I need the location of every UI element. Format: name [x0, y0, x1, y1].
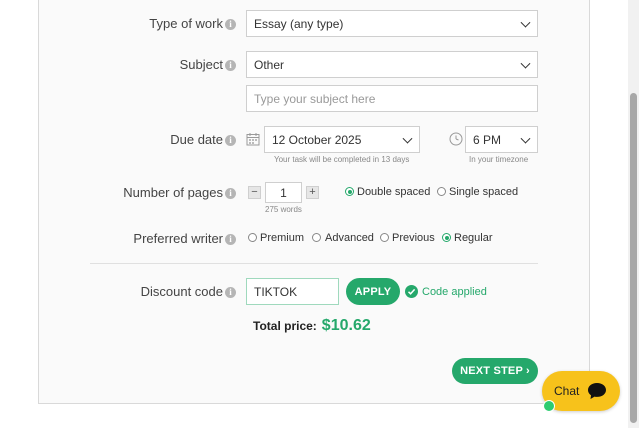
subject-select[interactable]: Other [246, 51, 538, 78]
writer-regular-label[interactable]: Regular [454, 232, 493, 244]
section-divider [90, 263, 538, 264]
single-spaced-radio[interactable] [437, 187, 446, 196]
clock-icon[interactable] [449, 132, 463, 146]
type-of-work-value: Essay (any type) [254, 16, 344, 31]
discount-code-input[interactable]: TIKTOK [246, 278, 339, 305]
check-circle-icon [405, 285, 418, 298]
chevron-down-icon [520, 17, 531, 28]
total-price: Total price: $10.62 [253, 317, 371, 335]
chevron-down-icon [520, 58, 531, 69]
chat-label: Chat [554, 384, 580, 398]
pages-increment-button[interactable]: + [306, 186, 319, 199]
due-date-info-icon[interactable]: i [225, 135, 236, 146]
discount-label: Discount code [140, 284, 223, 299]
discount-info-icon[interactable]: i [225, 287, 236, 298]
due-date-hint: Your task will be completed in 13 days [274, 155, 410, 164]
subject-label: Subject [179, 57, 223, 72]
writer-premium-label[interactable]: Premium [260, 232, 304, 244]
pages-input[interactable]: 1 [265, 182, 302, 203]
discount-code-value: TIKTOK [254, 284, 298, 299]
chat-bubble-icon [587, 382, 607, 400]
scrollbar-thumb[interactable] [630, 93, 637, 423]
type-of-work-label: Type of work [149, 16, 223, 31]
pages-decrement-button[interactable]: − [248, 186, 261, 199]
calendar-icon[interactable] [246, 132, 260, 146]
custom-subject-placeholder: Type your subject here [254, 91, 376, 106]
due-time-select[interactable]: 6 PM [465, 126, 538, 153]
type-of-work-select[interactable]: Essay (any type) [246, 10, 538, 37]
due-date-select[interactable]: 12 October 2025 [264, 126, 420, 153]
pages-value: 1 [280, 185, 287, 200]
due-date-label: Due date [170, 132, 223, 147]
preferred-writer-info-icon[interactable]: i [225, 234, 236, 245]
single-spaced-label[interactable]: Single spaced [449, 186, 518, 198]
due-time-value: 6 PM [473, 132, 502, 147]
next-step-button[interactable]: NEXT STEP › [452, 358, 538, 384]
writer-regular-radio[interactable] [442, 233, 451, 242]
writer-advanced-radio[interactable] [312, 233, 321, 242]
chevron-down-icon [520, 133, 531, 144]
double-spaced-radio[interactable] [345, 187, 354, 196]
writer-previous-radio[interactable] [380, 233, 389, 242]
total-price-value: $10.62 [321, 317, 371, 334]
subject-info-icon[interactable]: i [225, 60, 236, 71]
pages-word-count: 275 words [265, 205, 302, 214]
writer-premium-radio[interactable] [248, 233, 257, 242]
writer-advanced-label[interactable]: Advanced [325, 232, 374, 244]
pages-label: Number of pages [123, 185, 223, 200]
custom-subject-input[interactable]: Type your subject here [246, 85, 538, 112]
pages-info-icon[interactable]: i [225, 188, 236, 199]
due-date-value: 12 October 2025 [272, 132, 362, 147]
double-spaced-label[interactable]: Double spaced [357, 186, 430, 198]
code-applied-status: Code applied [422, 286, 487, 298]
subject-value: Other [254, 57, 285, 72]
chevron-down-icon [402, 133, 413, 144]
total-price-label: Total price: [253, 319, 317, 333]
apply-button[interactable]: APPLY [346, 278, 400, 305]
preferred-writer-label: Preferred writer [133, 231, 223, 246]
type-of-work-info-icon[interactable]: i [225, 19, 236, 30]
writer-previous-label[interactable]: Previous [392, 232, 435, 244]
due-time-hint: In your timezone [469, 155, 529, 164]
online-status-dot [543, 400, 555, 412]
